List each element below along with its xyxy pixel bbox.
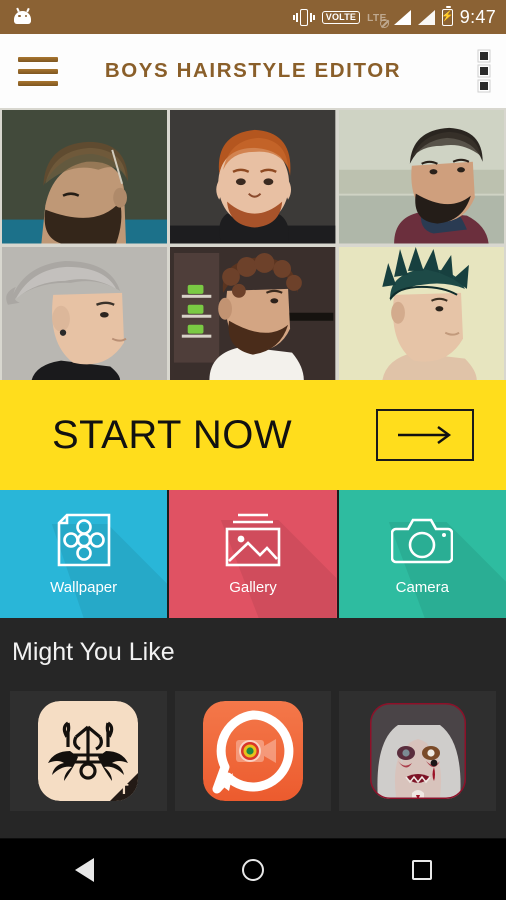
nav-home-button[interactable] — [213, 839, 293, 900]
android-head-icon — [14, 7, 31, 24]
page-title: BOYS HAIRSTYLE EDITOR — [104, 59, 402, 82]
status-bar: VOLTE LTE ⚡ 9:47 — [0, 0, 506, 34]
tile-gallery-label: Gallery — [229, 579, 277, 596]
ad-tattoo-app[interactable]: T — [10, 691, 167, 811]
battery-bolt-glyph: ⚡ — [441, 11, 454, 22]
arrow-right-icon — [398, 426, 452, 444]
action-tiles: Wallpaper Gallery Camera — [0, 490, 506, 618]
ad-video-chat-app[interactable] — [174, 691, 332, 811]
hairstyle-photo-6[interactable] — [338, 246, 504, 380]
nav-back-button[interactable] — [44, 839, 124, 900]
recents-square-icon — [411, 859, 432, 880]
ad-video-chat-app-icon — [203, 701, 303, 801]
tile-wallpaper[interactable]: Wallpaper — [0, 490, 168, 618]
nav-recents-button[interactable] — [382, 839, 462, 900]
hamburger-menu-icon[interactable] — [18, 56, 58, 86]
hairstyle-photo-grid — [0, 108, 506, 380]
hairstyle-photo-1[interactable] — [2, 110, 168, 244]
hairstyle-photo-2[interactable] — [170, 110, 336, 244]
no-signal-slash-icon — [379, 19, 389, 28]
home-circle-icon — [241, 858, 264, 881]
start-now-arrow-button[interactable] — [376, 409, 474, 461]
android-nav-bar — [0, 838, 506, 900]
might-you-like-heading: Might You Like — [12, 638, 175, 666]
lte-disabled-icon: LTE — [367, 8, 389, 28]
vibrate-icon — [292, 8, 315, 26]
tile-camera[interactable]: Camera — [338, 490, 506, 618]
ad-tattoo-app-icon: T — [38, 701, 139, 801]
status-bar-left — [14, 7, 31, 24]
tile-wallpaper-label: Wallpaper — [50, 579, 118, 596]
app-bar: BOYS HAIRSTYLE EDITOR — [0, 34, 506, 108]
hairstyle-photo-3[interactable] — [338, 110, 504, 244]
battery-charging-icon: ⚡ — [441, 6, 454, 26]
back-triangle-icon — [74, 857, 94, 882]
overflow-menu-icon[interactable] — [480, 52, 488, 90]
app-root: VOLTE LTE ⚡ 9:47 BOYS HAIRSTYLE EDITOR S… — [0, 0, 506, 900]
signal-bars-2-icon — [417, 9, 435, 25]
tile-gallery[interactable]: Gallery — [169, 490, 337, 618]
hairstyle-photo-5[interactable] — [170, 246, 336, 380]
signal-bars-icon — [393, 9, 411, 25]
status-bar-right: VOLTE LTE ⚡ 9:47 — [292, 6, 496, 28]
svg-text:T: T — [120, 781, 129, 798]
ad-zombie-makeup-app[interactable] — [339, 691, 497, 811]
status-bar-clock: 9:47 — [459, 6, 496, 27]
volte-badge: VOLTE — [321, 10, 361, 24]
ad-zombie-makeup-app-icon — [368, 701, 468, 801]
start-now-banner[interactable]: START NOW — [0, 380, 506, 490]
gallery-image-icon — [222, 512, 284, 568]
camera-icon — [391, 512, 454, 568]
wallpaper-flower-icon — [55, 512, 113, 568]
tile-camera-label: Camera — [395, 579, 449, 596]
start-now-label: START NOW — [52, 412, 293, 457]
ad-row: T — [10, 691, 497, 811]
might-you-like-section: Might You Like T — [0, 618, 506, 840]
hairstyle-photo-4[interactable] — [2, 246, 168, 380]
